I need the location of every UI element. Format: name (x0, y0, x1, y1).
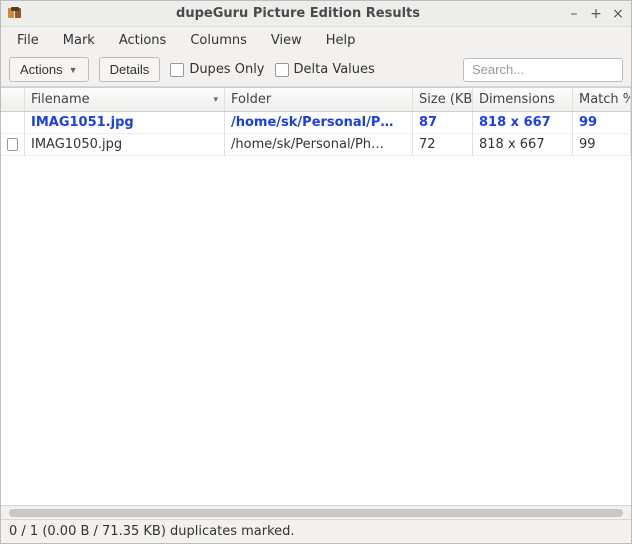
window-controls: – + × (567, 7, 625, 21)
horizontal-scrollbar[interactable] (1, 505, 631, 519)
column-header-filename[interactable]: Filename ▾ (25, 88, 225, 111)
cell-match: 99 (573, 134, 631, 155)
column-header-dimensions-label: Dimensions (479, 92, 555, 107)
checkbox-box-icon (170, 63, 184, 77)
window-title: dupeGuru Picture Edition Results (29, 6, 567, 21)
app-icon (7, 6, 23, 22)
cell-dimensions: 818 x 667 (473, 134, 573, 155)
column-header-folder[interactable]: Folder (225, 88, 413, 111)
cell-size: 87 (413, 112, 473, 133)
column-header-size-label: Size (KB) (419, 92, 473, 107)
checkbox-box-icon (275, 63, 289, 77)
table-row[interactable]: IMAG1051.jpg /home/sk/Personal/P… 87 818… (1, 112, 631, 134)
column-header-match[interactable]: Match % (573, 88, 631, 111)
row-checkbox-cell (1, 134, 25, 155)
close-button[interactable]: × (611, 7, 625, 21)
column-header-dimensions[interactable]: Dimensions (473, 88, 573, 111)
results-table: Filename ▾ Folder Size (KB) Dimensions M… (1, 87, 631, 505)
menu-actions[interactable]: Actions (109, 30, 177, 51)
cell-dimensions: 818 x 667 (473, 112, 573, 133)
table-header: Filename ▾ Folder Size (KB) Dimensions M… (1, 88, 631, 112)
menu-mark[interactable]: Mark (53, 30, 105, 51)
menu-file[interactable]: File (7, 30, 49, 51)
search-input[interactable] (463, 58, 623, 82)
cell-folder: /home/sk/Personal/Ph… (225, 134, 413, 155)
cell-match: 99 (573, 112, 631, 133)
sort-indicator-icon: ▾ (213, 95, 218, 105)
actions-dropdown-label: Actions (20, 62, 63, 77)
row-checkbox[interactable] (7, 138, 18, 151)
dupes-only-checkbox[interactable]: Dupes Only (170, 62, 264, 77)
titlebar: dupeGuru Picture Edition Results – + × (1, 1, 631, 27)
chevron-down-icon: ▼ (69, 65, 78, 75)
dupes-only-label: Dupes Only (189, 62, 264, 77)
actions-dropdown[interactable]: Actions ▼ (9, 57, 89, 82)
cell-size: 72 (413, 134, 473, 155)
details-button-label: Details (110, 62, 150, 77)
menu-columns[interactable]: Columns (180, 30, 257, 51)
minimize-button[interactable]: – (567, 7, 581, 21)
menubar: File Mark Actions Columns View Help (1, 27, 631, 53)
menu-help[interactable]: Help (316, 30, 366, 51)
column-header-match-label: Match % (579, 92, 631, 107)
details-button[interactable]: Details (99, 57, 161, 82)
column-header-size[interactable]: Size (KB) (413, 88, 473, 111)
window: dupeGuru Picture Edition Results – + × F… (0, 0, 632, 544)
table-body: IMAG1051.jpg /home/sk/Personal/P… 87 818… (1, 112, 631, 505)
toolbar: Actions ▼ Details Dupes Only Delta Value… (1, 53, 631, 87)
statusbar-text: 0 / 1 (0.00 B / 71.35 KB) duplicates mar… (9, 524, 295, 539)
delta-values-checkbox[interactable]: Delta Values (275, 62, 375, 77)
column-header-folder-label: Folder (231, 92, 271, 107)
maximize-button[interactable]: + (589, 7, 603, 21)
scrollbar-thumb[interactable] (9, 509, 623, 517)
delta-values-label: Delta Values (294, 62, 375, 77)
column-header-checkbox[interactable] (1, 88, 25, 111)
row-checkbox-cell (1, 112, 25, 133)
menu-view[interactable]: View (261, 30, 312, 51)
cell-filename: IMAG1051.jpg (25, 112, 225, 133)
cell-filename: IMAG1050.jpg (25, 134, 225, 155)
statusbar: 0 / 1 (0.00 B / 71.35 KB) duplicates mar… (1, 519, 631, 543)
cell-folder: /home/sk/Personal/P… (225, 112, 413, 133)
column-header-filename-label: Filename (31, 92, 90, 107)
table-row[interactable]: IMAG1050.jpg /home/sk/Personal/Ph… 72 81… (1, 134, 631, 156)
